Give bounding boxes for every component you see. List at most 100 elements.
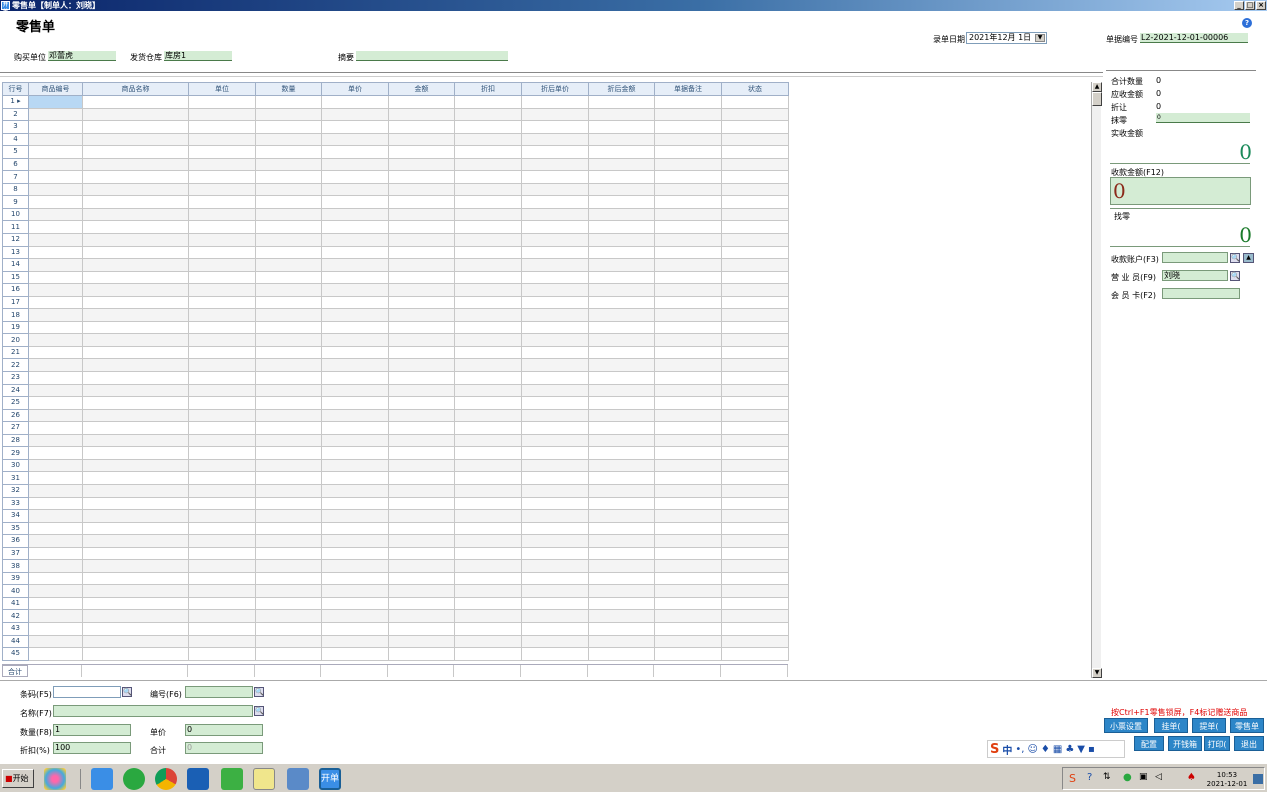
grid-cell[interactable] [654, 345, 722, 360]
grid-cell[interactable] [255, 295, 322, 310]
search-icon[interactable]: 🔍 [1230, 271, 1240, 281]
open-drawer-button[interactable]: 开钱箱 [1168, 736, 1202, 751]
grid-cell[interactable] [28, 145, 83, 159]
grid-cell[interactable] [454, 283, 522, 297]
grid-cell[interactable] [588, 408, 655, 423]
grid-cell[interactable] [188, 295, 256, 310]
grid-cell[interactable] [521, 521, 589, 536]
table-row[interactable]: 16 [2, 283, 789, 297]
grid-cell[interactable] [82, 270, 189, 285]
grid-cell[interactable] [721, 571, 789, 586]
grid-cell[interactable] [388, 446, 455, 460]
grid-cell[interactable] [721, 258, 789, 272]
grid-cell[interactable] [255, 107, 322, 122]
grid-cell[interactable] [321, 596, 389, 611]
grid-cell[interactable] [82, 421, 189, 435]
grid-cell[interactable] [454, 371, 522, 385]
grid-cell[interactable] [28, 609, 83, 623]
grid-cell[interactable] [28, 270, 83, 285]
grid-cell[interactable] [255, 283, 322, 297]
grid-cell[interactable] [388, 634, 455, 649]
grid-cell[interactable] [321, 145, 389, 159]
grid-cell[interactable] [588, 107, 655, 122]
grid-cell[interactable] [321, 471, 389, 485]
grid-cell[interactable] [588, 182, 655, 197]
retail-order-button[interactable]: 零售单 [1230, 718, 1264, 733]
grid-cell[interactable] [255, 621, 322, 636]
grid-cell[interactable] [588, 195, 655, 209]
grid-cell[interactable] [721, 433, 789, 448]
buyer-field[interactable]: 邓蕾虎 [48, 51, 116, 61]
table-row[interactable]: 36 [2, 534, 789, 548]
grid-cell[interactable] [521, 509, 589, 523]
volume-icon[interactable]: ◁ [1155, 772, 1162, 782]
grid-cell[interactable] [654, 621, 722, 636]
grid-cell[interactable] [588, 308, 655, 322]
summary-field[interactable] [356, 51, 508, 61]
grid-cell[interactable] [454, 120, 522, 134]
grid-cell[interactable] [721, 596, 789, 611]
grid-cell[interactable] [721, 270, 789, 285]
grid-cell[interactable] [454, 483, 522, 498]
grid-cell[interactable] [388, 245, 455, 260]
grid-cell[interactable] [654, 358, 722, 373]
grid-cell[interactable] [721, 621, 789, 636]
grid-cell[interactable] [521, 220, 589, 234]
grid-cell[interactable] [255, 371, 322, 385]
grid-cell[interactable] [388, 621, 455, 636]
grid-cell[interactable] [654, 534, 722, 548]
grid-cell[interactable] [28, 170, 83, 184]
grid-cell[interactable] [255, 396, 322, 410]
grid-cell[interactable] [521, 496, 589, 511]
grid-cell[interactable] [721, 396, 789, 410]
grid-cell[interactable] [454, 182, 522, 197]
grid-cell[interactable] [28, 358, 83, 373]
grid-cell[interactable] [454, 621, 522, 636]
grid-cell[interactable] [721, 609, 789, 623]
table-row[interactable]: 24 [2, 383, 789, 398]
grid-cell[interactable] [521, 333, 589, 347]
grid-cell[interactable] [588, 584, 655, 598]
chevron-up-icon[interactable]: ▲ [1243, 253, 1254, 263]
grid-cell[interactable] [28, 621, 83, 636]
grid-cell[interactable] [321, 396, 389, 410]
grid-cell[interactable] [654, 496, 722, 511]
grid-cell[interactable] [82, 157, 189, 172]
grid-cell[interactable] [255, 358, 322, 373]
grid-cell[interactable] [654, 446, 722, 460]
grid-cell[interactable] [321, 546, 389, 561]
table-row[interactable]: 37 [2, 546, 789, 561]
grid-cell[interactable] [82, 647, 189, 661]
security-icon[interactable]: ● [1123, 772, 1132, 783]
grid-cell[interactable] [255, 320, 322, 335]
grid-cell[interactable] [588, 621, 655, 636]
grid-cell[interactable] [82, 509, 189, 523]
grid-cell[interactable] [721, 320, 789, 335]
table-row[interactable]: 18 [2, 308, 789, 322]
hold-order-button[interactable]: 挂单( [1154, 718, 1188, 733]
grid-cell[interactable] [255, 120, 322, 134]
emoji-icon[interactable]: ☺ [1027, 744, 1037, 755]
grid-cell[interactable] [321, 483, 389, 498]
grid-cell[interactable] [388, 383, 455, 398]
grid-cell[interactable] [521, 233, 589, 247]
grid-cell[interactable] [588, 496, 655, 511]
grid-cell[interactable] [521, 345, 589, 360]
grid-cell[interactable] [28, 509, 83, 523]
desktop-icon[interactable] [187, 768, 209, 790]
grid-cell[interactable] [388, 358, 455, 373]
grid-cell[interactable] [588, 358, 655, 373]
grid-cell[interactable] [82, 471, 189, 485]
grid-cell[interactable] [388, 521, 455, 536]
grid-cell[interactable] [82, 371, 189, 385]
grid-cell[interactable] [321, 621, 389, 636]
grid-cell[interactable] [188, 534, 256, 548]
grid-cell[interactable] [721, 157, 789, 172]
grid-cell[interactable] [654, 559, 722, 573]
grid-cell[interactable] [388, 546, 455, 561]
grid-cell[interactable] [454, 258, 522, 272]
grid-cell[interactable] [188, 521, 256, 536]
table-row[interactable]: 2 [2, 107, 789, 122]
grid-cell[interactable] [588, 270, 655, 285]
grid-cell[interactable] [721, 634, 789, 649]
